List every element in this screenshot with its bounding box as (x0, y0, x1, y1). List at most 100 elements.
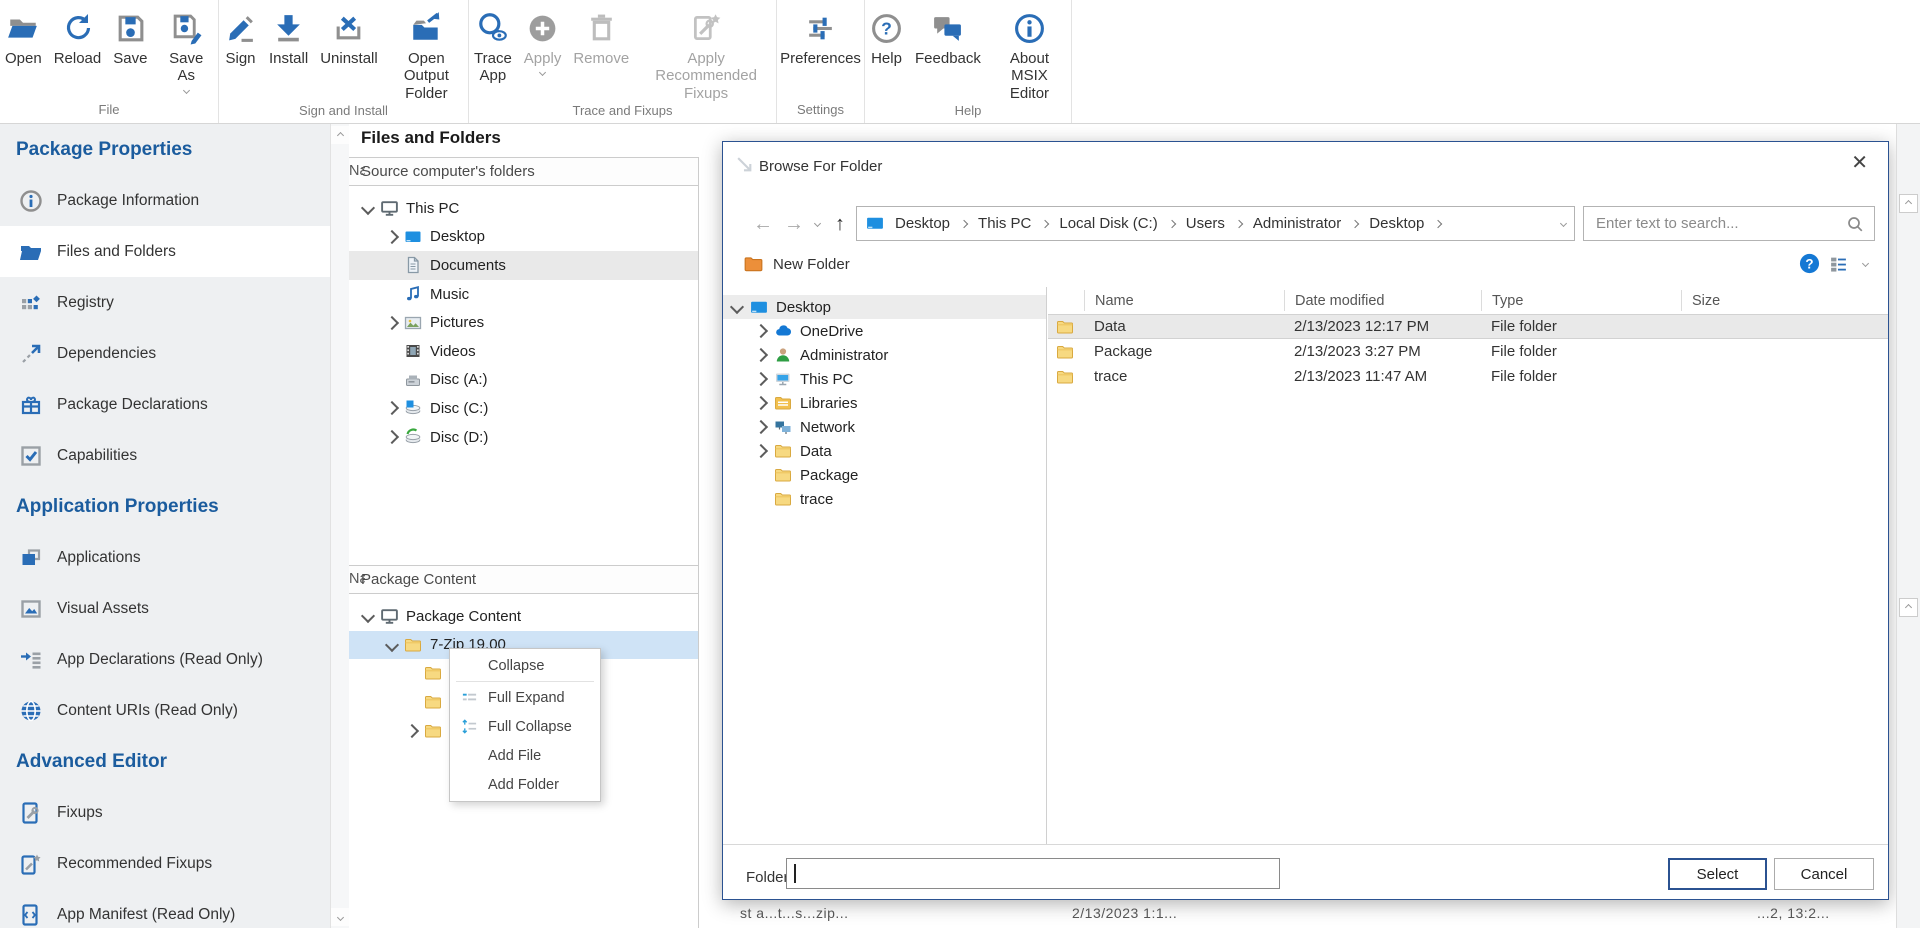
search-icon[interactable] (1846, 215, 1864, 233)
breadcrumb[interactable]: Desktop This PC Local Disk (C:) Users Ad… (856, 206, 1575, 241)
tree-item-pictures[interactable]: Pictures (349, 308, 698, 337)
select-button[interactable]: Select (1668, 858, 1767, 890)
apply-button[interactable]: Apply (519, 7, 567, 76)
view-dropdown-icon[interactable] (1862, 260, 1869, 267)
help-button[interactable]: Help (865, 7, 908, 68)
tree-item-documents[interactable]: Documents (349, 251, 698, 280)
remove-button[interactable]: Remove (568, 7, 634, 68)
preferences-button[interactable]: Preferences (775, 7, 866, 68)
chevron-right-icon[interactable] (754, 444, 768, 458)
tree-item-this-pc[interactable]: This PC (349, 194, 698, 223)
scroll-up-icon[interactable] (1899, 598, 1918, 617)
sidebar-item-capabilities[interactable]: Capabilities (0, 430, 330, 481)
back-arrow-icon[interactable]: ← (753, 214, 773, 234)
install-button[interactable]: Install (264, 7, 313, 68)
breadcrumb-item-administrator[interactable]: Administrator (1253, 215, 1341, 232)
column-header-date-modified[interactable]: Date modified (1284, 290, 1481, 311)
dialog-tree-item-administrator[interactable]: Administrator (723, 343, 1046, 367)
breadcrumb-dropdown-icon[interactable] (1560, 220, 1567, 227)
sidebar-item-recommended-fixups[interactable]: Recommended Fixups (0, 838, 330, 889)
help-badge-icon[interactable] (1799, 253, 1820, 274)
chevron-right-icon[interactable] (754, 396, 768, 410)
sidebar-item-package-information[interactable]: Package Information (0, 175, 330, 226)
menu-item-full-expand[interactable]: Full Expand (450, 683, 600, 712)
table-row[interactable]: Data 2/13/2023 12:17 PM File folder (1048, 314, 1888, 339)
chevron-down-icon[interactable] (730, 300, 744, 314)
folder-input[interactable] (787, 859, 1279, 888)
tree-item-disc-a[interactable]: Disc (A:) (349, 366, 698, 395)
tree-item-package-content-root[interactable]: Package Content (349, 602, 698, 631)
apply-recommended-fixups-button[interactable]: Apply Recommended Fixups (636, 7, 776, 103)
cancel-button[interactable]: Cancel (1774, 858, 1874, 890)
sign-button[interactable]: Sign (219, 7, 262, 68)
save-as-button[interactable]: Save As (154, 7, 218, 94)
column-header-size[interactable]: Size (1681, 290, 1888, 311)
chevron-right-icon[interactable] (754, 372, 768, 386)
breadcrumb-item-desktop[interactable]: Desktop (895, 215, 950, 232)
tree-item-disc-c[interactable]: Disc (C:) (349, 394, 698, 423)
sidebar-item-visual-assets[interactable]: Visual Assets (0, 583, 330, 634)
menu-item-add-file[interactable]: Add File (450, 741, 600, 770)
chevron-right-icon[interactable] (385, 230, 399, 244)
breadcrumb-item-users[interactable]: Users (1186, 215, 1225, 232)
chevron-down-icon[interactable] (361, 609, 375, 623)
menu-item-add-folder[interactable]: Add Folder (450, 770, 600, 799)
sidebar-item-dependencies[interactable]: Dependencies (0, 328, 330, 379)
close-icon[interactable]: ✕ (1845, 152, 1874, 174)
dialog-tree-item-desktop[interactable]: Desktop (723, 295, 1046, 319)
scroll-down-icon[interactable] (331, 908, 349, 926)
chevron-down-icon[interactable] (361, 201, 375, 215)
uninstall-button[interactable]: Uninstall (315, 7, 383, 68)
chevron-right-icon[interactable] (385, 316, 399, 330)
tree-item-desktop[interactable]: Desktop (349, 223, 698, 252)
tree-item-music[interactable]: Music (349, 280, 698, 309)
chevron-right-icon[interactable] (385, 430, 399, 444)
breadcrumb-item-desktop-2[interactable]: Desktop (1369, 215, 1424, 232)
chevron-right-icon[interactable] (754, 420, 768, 434)
chevron-down-icon[interactable] (385, 638, 399, 652)
dialog-tree-item-data[interactable]: Data (723, 439, 1046, 463)
up-arrow-icon[interactable]: ↑ (835, 214, 845, 234)
trace-app-button[interactable]: Trace App (469, 7, 517, 86)
sidebar-item-package-declarations[interactable]: Package Declarations (0, 379, 330, 430)
sidebar-item-app-declarations[interactable]: App Declarations (Read Only) (0, 634, 330, 685)
sidebar-item-content-uris[interactable]: Content URIs (Read Only) (0, 685, 330, 736)
chevron-right-icon[interactable] (405, 724, 419, 738)
dialog-tree-item-package[interactable]: Package (723, 463, 1046, 487)
menu-item-full-collapse[interactable]: Full Collapse (450, 712, 600, 741)
reload-button[interactable]: Reload (49, 7, 107, 68)
main-window-scrollbar[interactable] (1896, 124, 1920, 928)
scroll-up-icon[interactable] (331, 126, 349, 144)
chevron-right-icon[interactable] (754, 324, 768, 338)
menu-item-collapse[interactable]: Collapse (450, 651, 600, 680)
table-row[interactable]: trace 2/13/2023 11:47 AM File folder (1048, 364, 1888, 389)
view-options-icon[interactable] (1829, 255, 1848, 274)
sidebar-scrollbar[interactable] (330, 124, 350, 928)
scroll-up-icon[interactable] (1899, 194, 1918, 213)
save-button[interactable]: Save (108, 7, 152, 68)
column-header-type[interactable]: Type (1481, 290, 1681, 311)
chevron-right-icon[interactable] (385, 401, 399, 415)
table-row[interactable]: Package 2/13/2023 3:27 PM File folder (1048, 339, 1888, 364)
tree-item-disc-d[interactable]: Disc (D:) (349, 423, 698, 452)
dialog-tree-item-trace[interactable]: trace (723, 487, 1046, 511)
sidebar-item-registry[interactable]: Registry (0, 277, 330, 328)
sidebar-item-applications[interactable]: Applications (0, 532, 330, 583)
sidebar-item-app-manifest[interactable]: App Manifest (Read Only) (0, 889, 330, 928)
breadcrumb-item-this-pc[interactable]: This PC (978, 215, 1031, 232)
tree-item-videos[interactable]: Videos (349, 337, 698, 366)
open-output-folder-button[interactable]: Open Output Folder (385, 7, 468, 103)
breadcrumb-item-local-disk-c[interactable]: Local Disk (C:) (1059, 215, 1157, 232)
new-folder-button[interactable]: New Folder (737, 249, 856, 279)
dialog-tree-item-this-pc[interactable]: This PC (723, 367, 1046, 391)
forward-arrow-icon[interactable]: → (784, 214, 804, 234)
dialog-tree-item-libraries[interactable]: Libraries (723, 391, 1046, 415)
history-dropdown-icon[interactable] (814, 220, 821, 227)
feedback-button[interactable]: Feedback (910, 7, 986, 68)
dialog-tree-item-onedrive[interactable]: OneDrive (723, 319, 1046, 343)
about-msix-editor-button[interactable]: About MSIX Editor (988, 7, 1071, 103)
search-input[interactable] (1584, 214, 1846, 233)
open-button[interactable]: Open (0, 7, 47, 68)
dialog-tree-item-network[interactable]: Network (723, 415, 1046, 439)
column-header-name[interactable]: Name (1084, 290, 1284, 311)
